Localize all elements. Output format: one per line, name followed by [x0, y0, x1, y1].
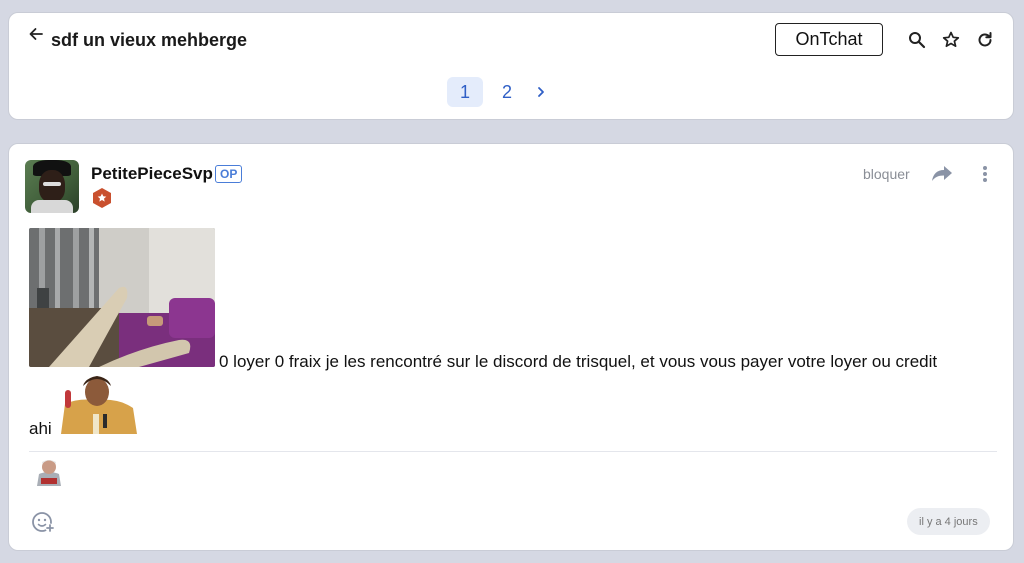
- post-image-sticker[interactable]: [57, 374, 137, 434]
- signature-image: [31, 458, 67, 486]
- post-text-line2: ahi: [29, 419, 52, 438]
- block-user-link[interactable]: bloquer: [863, 166, 910, 182]
- add-reaction-icon[interactable]: [31, 510, 55, 534]
- chevron-right-icon[interactable]: [533, 84, 549, 100]
- ontchat-button[interactable]: OnTchat: [775, 23, 883, 56]
- avatar[interactable]: [25, 160, 79, 213]
- topic-title: sdf un vieux mehberge: [51, 30, 248, 50]
- pagination: 1 2: [447, 77, 549, 107]
- post-timestamp: il y a 4 jours: [907, 508, 990, 535]
- arrow-left-icon[interactable]: [27, 25, 45, 43]
- more-vertical-icon[interactable]: [975, 164, 995, 184]
- rank-badge-icon: [93, 188, 111, 208]
- op-badge: OP: [215, 165, 243, 183]
- post-text-line1: 0 loyer 0 fraix je les rencontré sur le …: [219, 352, 938, 371]
- page-2-button[interactable]: 2: [489, 77, 525, 107]
- refresh-icon[interactable]: [975, 30, 995, 50]
- post-author[interactable]: PetitePieceSvp: [91, 164, 213, 184]
- page-1-button[interactable]: 1: [447, 77, 483, 107]
- topic-header: sdf un vieux mehberge OnTchat 1 2: [8, 12, 1014, 120]
- search-icon[interactable]: [907, 30, 927, 50]
- star-icon[interactable]: [941, 30, 961, 50]
- share-icon[interactable]: [931, 164, 953, 184]
- post-card: PetitePieceSvp OP bloquer 0 loyer 0 frai…: [8, 143, 1014, 551]
- signature-divider: [29, 451, 997, 452]
- post-image-room[interactable]: [29, 228, 215, 367]
